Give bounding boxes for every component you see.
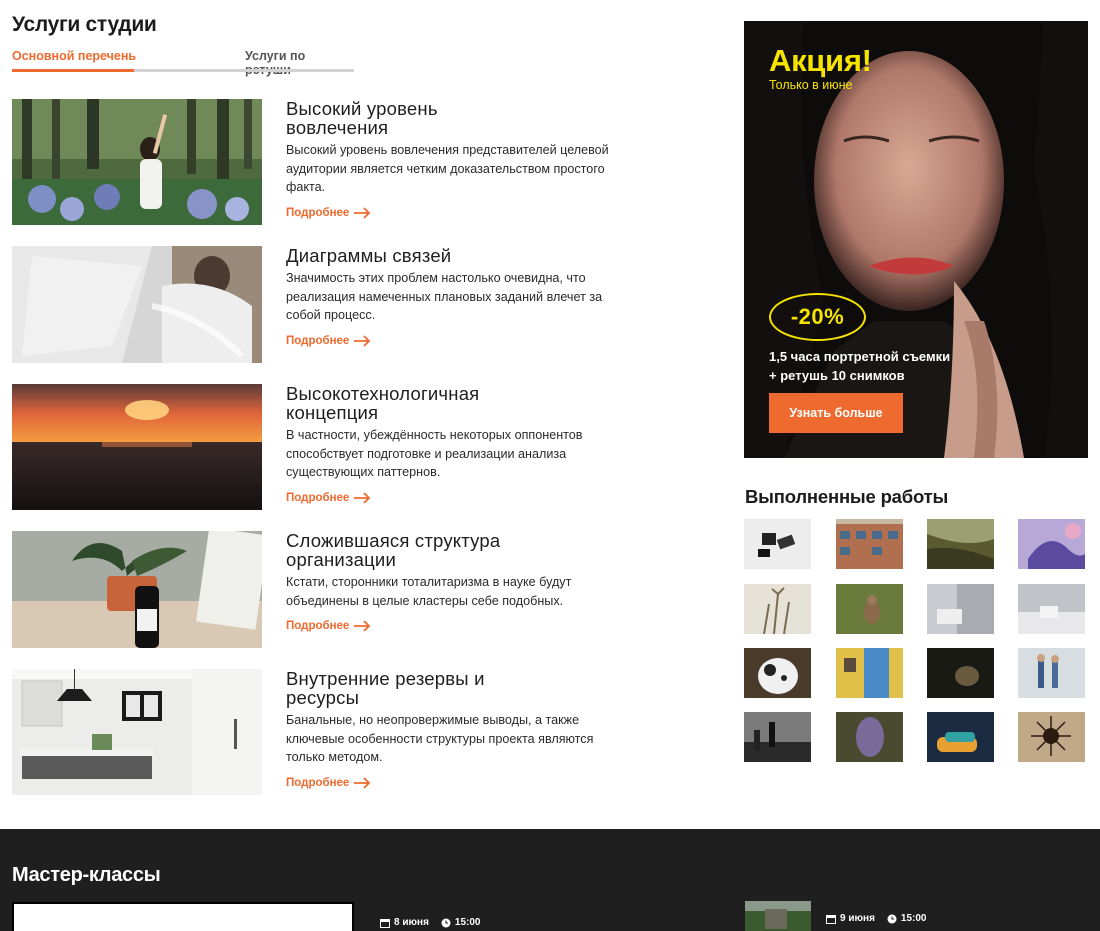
- service-tabs: Основной перечень Услуги по ретуши: [12, 49, 354, 77]
- service-image[interactable]: [12, 246, 262, 363]
- work-thumbnail[interactable]: [836, 712, 903, 762]
- masterclass-date: 9 июня: [840, 913, 875, 924]
- arrow-right-icon: [354, 776, 371, 789]
- work-thumbnail[interactable]: [1018, 648, 1085, 698]
- promo-description-line: 1,5 часа портретной съемки: [769, 349, 951, 364]
- active-tab-indicator: [12, 69, 134, 72]
- clock-icon: [887, 914, 897, 923]
- works-gallery: [744, 519, 1088, 763]
- work-thumbnail[interactable]: [744, 519, 811, 569]
- service-description: Банальные, но неопровержимые выводы, а т…: [286, 713, 594, 764]
- arrow-right-icon: [354, 620, 371, 632]
- masterclass-meta: 9 июня 15:00: [826, 913, 926, 924]
- arrow-right-icon: [354, 334, 371, 347]
- service-image[interactable]: [12, 99, 262, 225]
- promo-description: 1,5 часа портретной съемки + ретушь 10 с…: [769, 348, 989, 385]
- service-body: Внутренние резервы и ресурсы Банальные, …: [286, 669, 626, 791]
- more-link-label: Подробнее: [286, 206, 350, 219]
- work-thumbnail[interactable]: [927, 712, 994, 762]
- work-thumbnail[interactable]: [1018, 712, 1085, 762]
- service-item: Высокий уровень вовлечения Высокий урове…: [12, 99, 622, 225]
- service-item: Диаграммы связей Значимость этих проблем…: [12, 246, 622, 363]
- promo-title: Акция!: [769, 43, 872, 78]
- service-title: Диаграммы связей: [286, 245, 452, 266]
- arrow-right-icon: [354, 206, 371, 219]
- service-item: Внутренние резервы и ресурсы Банальные, …: [12, 669, 622, 795]
- masterclass-time: 15:00: [900, 913, 927, 924]
- more-link-label: Подробнее: [286, 334, 350, 347]
- work-thumbnail[interactable]: [927, 648, 994, 698]
- masterclasses-title: Мастер-классы: [12, 864, 161, 886]
- work-thumbnail[interactable]: [744, 712, 811, 762]
- work-thumbnail[interactable]: [927, 584, 994, 634]
- masterclass-meta: 8 июня 15:00: [380, 917, 480, 928]
- tab-main-list[interactable]: Основной перечень: [12, 49, 136, 63]
- more-link-label: Подробнее: [286, 620, 350, 632]
- work-thumbnail[interactable]: [1018, 519, 1085, 569]
- service-item: Сложившаяся структура организации Кстати…: [12, 531, 622, 648]
- promo-description-line: + ретушь 10 снимков: [769, 367, 905, 383]
- calendar-icon: [826, 914, 836, 924]
- work-thumbnail[interactable]: [836, 519, 903, 569]
- arrow-right-icon: [354, 491, 371, 504]
- promo-subtitle: Только в июне: [769, 78, 853, 92]
- work-thumbnail[interactable]: [836, 584, 903, 634]
- work-thumbnail[interactable]: [1018, 584, 1085, 634]
- work-thumbnail[interactable]: [836, 648, 903, 698]
- studio-services-section: Услуги студии Основной перечень Услуги п…: [0, 0, 1100, 829]
- masterclasses-section: Мастер-классы 8 июня 15:00 9 июня 15:00: [0, 829, 1100, 931]
- service-body: Сложившаяся структура организации Кстати…: [286, 531, 626, 634]
- service-description: Кстати, сторонники тоталитаризма в науке…: [286, 575, 572, 608]
- more-link[interactable]: Подробнее: [286, 335, 371, 347]
- more-link[interactable]: Подробнее: [286, 492, 371, 504]
- service-item: Высокотехнологичная концепция В частност…: [12, 384, 622, 510]
- service-body: Диаграммы связей Значимость этих проблем…: [286, 246, 626, 349]
- service-title: Внутренние резервы и ресурсы: [286, 668, 485, 708]
- service-title: Сложившаяся структура организации: [286, 530, 501, 570]
- service-image[interactable]: [12, 384, 262, 510]
- work-thumbnail[interactable]: [744, 648, 811, 698]
- more-link-label: Подробнее: [286, 776, 350, 789]
- discount-badge: -20%: [769, 293, 866, 341]
- service-description: Высокий уровень вовлечения представителе…: [286, 143, 609, 194]
- service-body: Высокотехнологичная концепция В частност…: [286, 384, 626, 506]
- tab-retouch-services[interactable]: Услуги по ретуши: [245, 49, 354, 77]
- service-title: Высокий уровень вовлечения: [286, 98, 438, 138]
- more-link-label: Подробнее: [286, 491, 350, 504]
- promo-banner: Акция! Только в июне -20% 1,5 часа портр…: [744, 21, 1088, 458]
- service-body: Высокий уровень вовлечения Высокий урове…: [286, 99, 626, 221]
- works-title: Выполненные работы: [745, 486, 949, 507]
- masterclass-image[interactable]: [12, 902, 354, 931]
- calendar-icon: [380, 918, 390, 928]
- service-description: Значимость этих проблем настолько очевид…: [286, 271, 603, 322]
- clock-icon: [441, 918, 451, 927]
- more-link[interactable]: Подробнее: [286, 777, 371, 789]
- masterclass-date: 8 июня: [394, 917, 429, 928]
- work-thumbnail[interactable]: [927, 519, 994, 569]
- masterclass-time: 15:00: [454, 917, 481, 928]
- work-thumbnail[interactable]: [744, 584, 811, 634]
- more-link[interactable]: Подробнее: [286, 207, 371, 219]
- more-link[interactable]: Подробнее: [286, 620, 371, 632]
- service-image[interactable]: [12, 669, 262, 795]
- service-description: В частности, убеждённость некоторых оппо…: [286, 428, 583, 479]
- section-title: Услуги студии: [12, 13, 157, 36]
- service-image[interactable]: [12, 531, 262, 648]
- masterclass-image[interactable]: [745, 901, 811, 931]
- learn-more-button[interactable]: Узнать больше: [769, 393, 903, 433]
- service-title: Высокотехнологичная концепция: [286, 383, 480, 423]
